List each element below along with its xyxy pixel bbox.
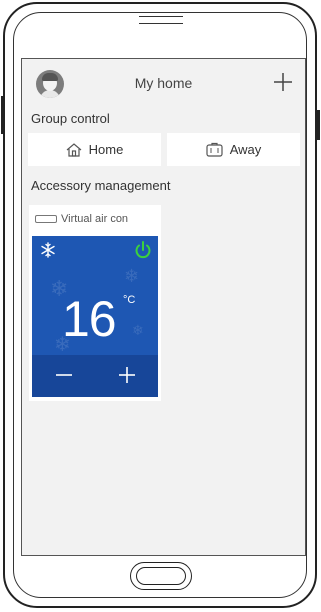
snowflake-icon[interactable] (40, 242, 56, 263)
power-side-button (317, 110, 320, 140)
phone-speaker (139, 16, 183, 24)
page-title: My home (134, 75, 193, 91)
app-screen: My home Group control Home Away Accessor… (21, 58, 306, 556)
plus-icon[interactable] (269, 68, 297, 96)
temperature-controls (32, 355, 158, 397)
device-name: Virtual air con (61, 213, 129, 225)
increase-temperature-button[interactable] (117, 363, 137, 389)
air-con-control-panel[interactable]: ❄ ❄ ❄ ❄ 16 °C (32, 236, 158, 397)
temperature-unit: °C (123, 294, 136, 306)
suitcase-icon (206, 142, 223, 157)
app-header: My home (22, 59, 305, 109)
phone-home-button[interactable] (130, 562, 192, 590)
home-mode-button[interactable]: Home (28, 133, 161, 166)
device-name-row: Virtual air con (35, 213, 128, 225)
power-icon[interactable] (133, 240, 153, 265)
temperature-value: 16 (62, 291, 117, 347)
away-mode-label: Away (229, 142, 262, 157)
decrease-temperature-button[interactable] (54, 363, 74, 389)
air-conditioner-icon (35, 215, 57, 223)
group-control-label: Group control (31, 111, 110, 126)
device-card[interactable]: Virtual air con ❄ ❄ ❄ ❄ 16 °C (29, 205, 161, 401)
house-icon (66, 142, 82, 158)
accessory-management-label: Accessory management (31, 178, 171, 193)
away-mode-button[interactable]: Away (167, 133, 300, 166)
home-mode-label: Home (88, 142, 124, 157)
volume-button (1, 96, 4, 134)
